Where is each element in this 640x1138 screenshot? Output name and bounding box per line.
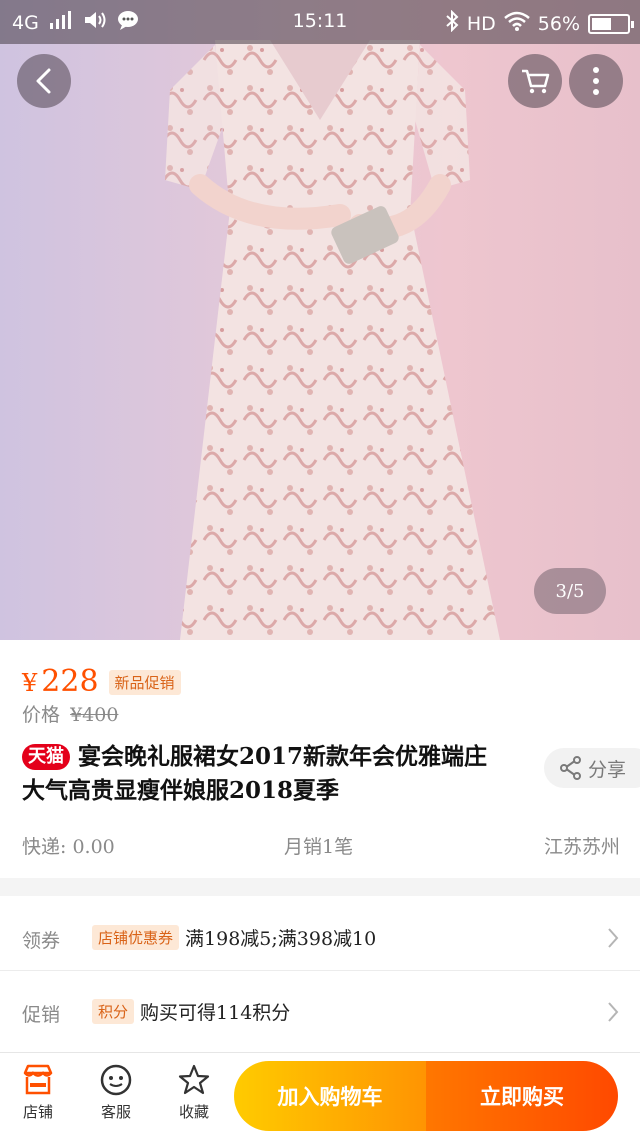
original-price: ¥400 bbox=[70, 704, 119, 726]
add-to-cart-button[interactable]: 加入购物车 bbox=[234, 1061, 426, 1131]
chevron-right-icon bbox=[608, 1002, 619, 1022]
promotion-text: 购买可得114积分 bbox=[140, 1002, 291, 1024]
shop-button[interactable]: 店铺 bbox=[6, 1063, 70, 1122]
share-button[interactable]: 分享 bbox=[544, 748, 640, 788]
star-icon bbox=[178, 1064, 210, 1095]
promotion-row[interactable]: 促销 积分 购买可得114积分 bbox=[0, 980, 640, 1044]
coupon-label: 领券 bbox=[22, 930, 61, 952]
bottom-action-bar: 店铺 客服 收藏 加入购物车 立即购买 bbox=[0, 1052, 640, 1138]
price-row: ¥ 228 新品促销 bbox=[22, 664, 181, 699]
cart-icon bbox=[522, 69, 550, 94]
promo-badge: 新品促销 bbox=[108, 670, 181, 695]
battery-fill bbox=[592, 17, 612, 30]
price-currency: ¥ bbox=[22, 669, 38, 697]
wifi-icon bbox=[503, 11, 530, 36]
buy-now-button[interactable]: 立即购买 bbox=[426, 1061, 618, 1131]
back-button[interactable] bbox=[17, 54, 71, 108]
original-price-label: 价格 bbox=[22, 704, 61, 726]
battery-percent: 56% bbox=[537, 12, 580, 35]
coupon-tag: 店铺优惠券 bbox=[92, 925, 180, 950]
more-icon bbox=[593, 67, 599, 95]
original-price-row: 价格 ¥400 bbox=[22, 700, 118, 727]
section-divider bbox=[0, 878, 640, 896]
back-icon bbox=[36, 68, 51, 94]
shop-icon bbox=[23, 1064, 53, 1095]
monthly-sales: 月销1笔 bbox=[284, 836, 354, 858]
shop-label: 店铺 bbox=[22, 1103, 53, 1121]
cart-button[interactable] bbox=[508, 54, 562, 108]
shipping-fee: 快递: 0.00 bbox=[22, 836, 115, 858]
more-button[interactable] bbox=[569, 54, 623, 108]
current-price: 228 bbox=[41, 664, 99, 699]
coupon-text: 满198减5;满398减10 bbox=[185, 928, 377, 950]
battery-icon bbox=[588, 13, 634, 34]
row-divider bbox=[0, 970, 640, 971]
tmall-badge: 天猫 bbox=[22, 744, 70, 770]
shipping-sales-row: 快递: 0.00 月销1笔 江苏苏州 bbox=[22, 832, 620, 858]
status-bar: 4G 15:11 HD 56% bbox=[0, 0, 640, 44]
promotion-label: 促销 bbox=[22, 1004, 61, 1026]
title-line-2: 大气高贵显瘦伴娘服2018夏季 bbox=[22, 777, 340, 804]
favorite-label: 收藏 bbox=[178, 1103, 209, 1121]
chevron-right-icon bbox=[608, 928, 619, 948]
image-page-indicator: 3/5 bbox=[534, 568, 606, 614]
hd-label: HD bbox=[466, 12, 496, 35]
points-tag: 积分 bbox=[92, 999, 135, 1024]
share-icon bbox=[560, 756, 581, 780]
favorite-button[interactable]: 收藏 bbox=[162, 1063, 226, 1122]
purchase-buttons: 加入购物车 立即购买 bbox=[234, 1061, 618, 1131]
bluetooth-icon bbox=[445, 9, 459, 37]
share-label: 分享 bbox=[588, 758, 627, 781]
title-line-1: 宴会晚礼服裙女2017新款年会优雅端庄 bbox=[78, 743, 488, 770]
ship-location: 江苏苏州 bbox=[543, 836, 620, 858]
service-icon bbox=[100, 1064, 132, 1096]
customer-service-button[interactable]: 客服 bbox=[84, 1063, 148, 1122]
product-title: 天猫 宴会晚礼服裙女2017新款年会优雅端庄 大气高贵显瘦伴娘服2018夏季 bbox=[22, 740, 532, 808]
coupon-row[interactable]: 领券 店铺优惠券 满198减5;满398减10 bbox=[0, 906, 640, 970]
service-label: 客服 bbox=[100, 1103, 131, 1121]
